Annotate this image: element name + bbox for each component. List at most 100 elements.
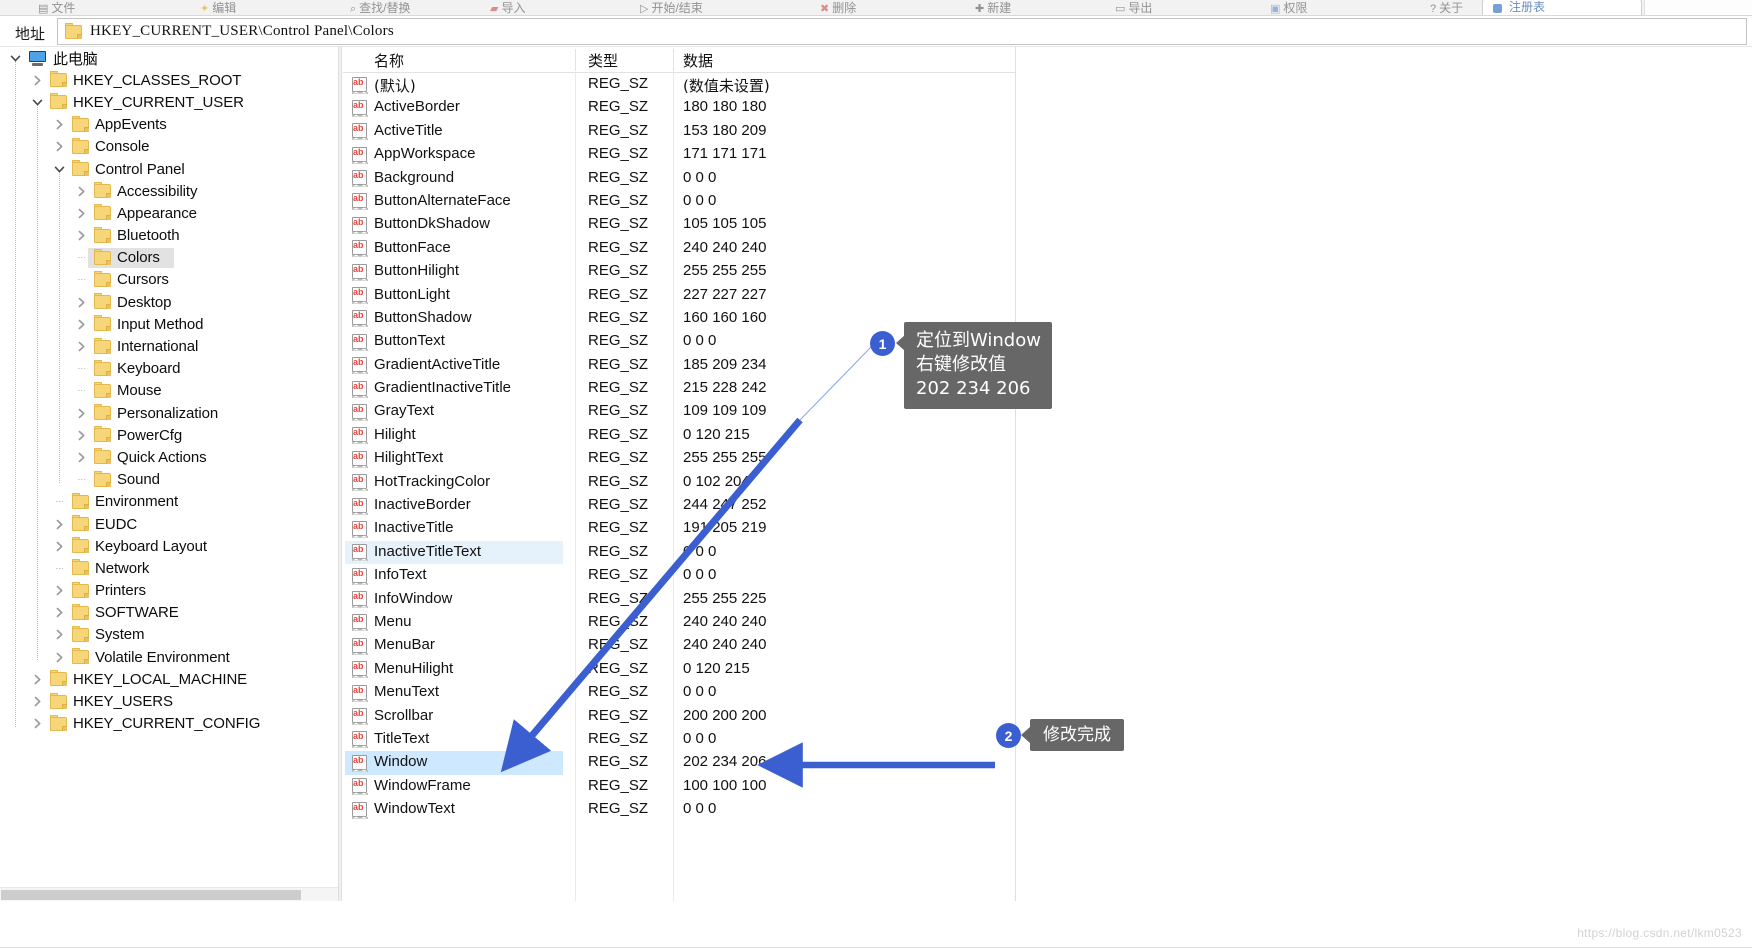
chevron-down-icon[interactable] <box>8 47 23 69</box>
chevron-right-icon[interactable] <box>52 114 67 136</box>
scrollbar-thumb[interactable] <box>1 890 301 900</box>
chevron-right-icon[interactable] <box>52 646 67 668</box>
table-row[interactable]: ab MenuHilight REG_SZ 0 120 215 <box>343 658 1015 681</box>
ribbon-item-8[interactable]: ▣ 权限 <box>1270 2 1307 15</box>
tree-item-appevents[interactable]: AppEvents <box>0 114 338 136</box>
chevron-down-icon[interactable] <box>30 91 45 113</box>
tree-item-sound[interactable]: Sound <box>0 469 338 491</box>
chevron-right-icon[interactable] <box>74 180 89 202</box>
table-row[interactable]: ab MenuBar REG_SZ 240 240 240 <box>343 634 1015 657</box>
chevron-down-icon[interactable] <box>52 158 67 180</box>
tab-registry[interactable]: 注册表 <box>1482 0 1642 15</box>
table-row[interactable]: ab GradientInactiveTitle REG_SZ 215 228 242 <box>343 377 1015 400</box>
chevron-right-icon[interactable] <box>74 225 89 247</box>
table-row[interactable]: ab MenuText REG_SZ 0 0 0 <box>343 681 1015 704</box>
tree-item-accessibility[interactable]: Accessibility <box>0 180 338 202</box>
tree-item-desktop[interactable]: Desktop <box>0 291 338 313</box>
table-row[interactable]: ab HilightText REG_SZ 255 255 255 <box>343 447 1015 470</box>
table-row[interactable]: ab InfoWindow REG_SZ 255 255 225 <box>343 588 1015 611</box>
tree-item-international[interactable]: International <box>0 335 338 357</box>
chevron-right-icon[interactable] <box>74 336 89 358</box>
chevron-right-icon[interactable] <box>74 446 89 468</box>
ribbon-item-0[interactable]: ▤ 文件 <box>38 2 75 15</box>
table-row[interactable]: ab InfoText REG_SZ 0 0 0 <box>343 564 1015 587</box>
chevron-right-icon[interactable] <box>52 513 67 535</box>
tree-item-console[interactable]: Console <box>0 136 338 158</box>
table-row[interactable]: ab GradientActiveTitle REG_SZ 185 209 234 <box>343 354 1015 377</box>
chevron-right-icon[interactable] <box>30 691 45 713</box>
tree-item-[interactable]: 此电脑 <box>0 47 338 69</box>
tree-item-printers[interactable]: Printers <box>0 580 338 602</box>
tree-item-control-panel[interactable]: Control Panel <box>0 158 338 180</box>
chevron-right-icon[interactable] <box>52 136 67 158</box>
tree-item-quick-actions[interactable]: Quick Actions <box>0 446 338 468</box>
tab-overflow[interactable] <box>1644 0 1752 15</box>
column-header-data[interactable]: 数据 <box>683 50 713 71</box>
ribbon-item-7[interactable]: ▭ 导出 <box>1115 2 1152 15</box>
ribbon-item-9[interactable]: ? 关于 <box>1430 2 1463 15</box>
ribbon-item-1[interactable]: ✦ 编辑 <box>200 2 236 15</box>
table-row[interactable]: ab Background REG_SZ 0 0 0 <box>343 167 1015 190</box>
registry-values-list[interactable]: 名称 类型 数据 ab (默认) REG_SZ (数值未设置) ab ActiveBord… <box>343 47 1015 901</box>
table-row[interactable]: ab HotTrackingColor REG_SZ 0 102 204 <box>343 471 1015 494</box>
tree-item-environment[interactable]: Environment <box>0 491 338 513</box>
table-row[interactable]: ab Hilight REG_SZ 0 120 215 <box>343 424 1015 447</box>
tree-item-hkey-local-machine[interactable]: HKEY_LOCAL_MACHINE <box>0 668 338 690</box>
tree-item-powercfg[interactable]: PowerCfg <box>0 424 338 446</box>
tree-item-hkey-current-config[interactable]: HKEY_CURRENT_CONFIG <box>0 713 338 735</box>
chevron-right-icon[interactable] <box>30 713 45 735</box>
table-row[interactable]: ab ActiveBorder REG_SZ 180 180 180 <box>343 96 1015 119</box>
tree-item-keyboard[interactable]: Keyboard <box>0 358 338 380</box>
ribbon-item-5[interactable]: ✖ 删除 <box>820 2 856 15</box>
tree-item-system[interactable]: System <box>0 624 338 646</box>
chevron-right-icon[interactable] <box>30 668 45 690</box>
tree-item-mouse[interactable]: Mouse <box>0 380 338 402</box>
tree-item-bluetooth[interactable]: Bluetooth <box>0 225 338 247</box>
tree-item-hkey-users[interactable]: HKEY_USERS <box>0 690 338 712</box>
tree-item-hkey-classes-root[interactable]: HKEY_CLASSES_ROOT <box>0 69 338 91</box>
table-row[interactable]: ab ButtonDkShadow REG_SZ 105 105 105 <box>343 213 1015 236</box>
ribbon-item-2[interactable]: ⌕ 查找/替换 <box>350 2 411 15</box>
tree-item-colors[interactable]: Colors <box>0 247 338 269</box>
chevron-right-icon[interactable] <box>74 313 89 335</box>
tree-item-input-method[interactable]: Input Method <box>0 313 338 335</box>
ribbon-item-3[interactable]: ▰ 导入 <box>490 2 525 15</box>
tree-item-hkey-current-user[interactable]: HKEY_CURRENT_USER <box>0 91 338 113</box>
registry-tree[interactable]: 此电脑 HKEY_CLASSES_ROOT HKEY_CURRENT_USER App… <box>0 47 338 901</box>
tree-item-network[interactable]: Network <box>0 557 338 579</box>
table-row[interactable]: ab Menu REG_SZ 240 240 240 <box>343 611 1015 634</box>
ribbon-item-6[interactable]: ✚ 新建 <box>975 2 1011 15</box>
table-row[interactable]: ab ButtonLight REG_SZ 227 227 227 <box>343 284 1015 307</box>
table-row[interactable]: ab AppWorkspace REG_SZ 171 171 171 <box>343 143 1015 166</box>
chevron-right-icon[interactable] <box>74 291 89 313</box>
address-input[interactable]: HKEY_CURRENT_USER\Control Panel\Colors <box>57 18 1747 45</box>
table-row[interactable]: ab InactiveTitleText REG_SZ 0 0 0 <box>343 540 1015 565</box>
tree-item-personalization[interactable]: Personalization <box>0 402 338 424</box>
tree-item-keyboard-layout[interactable]: Keyboard Layout <box>0 535 338 557</box>
table-row[interactable]: ab InactiveBorder REG_SZ 244 247 252 <box>343 494 1015 517</box>
chevron-right-icon[interactable] <box>74 402 89 424</box>
table-row[interactable]: ab WindowFrame REG_SZ 100 100 100 <box>343 775 1015 798</box>
table-row[interactable]: ab ButtonHilight REG_SZ 255 255 255 <box>343 260 1015 283</box>
table-row[interactable]: ab WindowText REG_SZ 0 0 0 <box>343 798 1015 821</box>
column-header-name[interactable]: 名称 <box>374 50 404 71</box>
chevron-right-icon[interactable] <box>52 602 67 624</box>
table-row[interactable]: ab ButtonShadow REG_SZ 160 160 160 <box>343 307 1015 330</box>
table-row[interactable]: ab InactiveTitle REG_SZ 191 205 219 <box>343 517 1015 540</box>
column-header-type[interactable]: 类型 <box>588 50 618 71</box>
chevron-right-icon[interactable] <box>30 69 45 91</box>
tree-item-appearance[interactable]: Appearance <box>0 202 338 224</box>
tree-item-volatile-environment[interactable]: Volatile Environment <box>0 646 338 668</box>
table-row[interactable]: ab ButtonFace REG_SZ 240 240 240 <box>343 237 1015 260</box>
tree-horizontal-scrollbar[interactable] <box>0 887 338 901</box>
tree-item-cursors[interactable]: Cursors <box>0 269 338 291</box>
table-row[interactable]: ab Window REG_SZ 202 234 206 <box>343 751 1015 775</box>
ribbon-item-4[interactable]: ▷ 开始/结束 <box>640 2 703 15</box>
chevron-right-icon[interactable] <box>74 202 89 224</box>
table-row[interactable]: ab TitleText REG_SZ 0 0 0 <box>343 728 1015 751</box>
tree-item-software[interactable]: SOFTWARE <box>0 602 338 624</box>
table-row[interactable]: ab ButtonAlternateFace REG_SZ 0 0 0 <box>343 190 1015 213</box>
chevron-right-icon[interactable] <box>74 424 89 446</box>
chevron-right-icon[interactable] <box>52 580 67 602</box>
tree-item-eudc[interactable]: EUDC <box>0 513 338 535</box>
